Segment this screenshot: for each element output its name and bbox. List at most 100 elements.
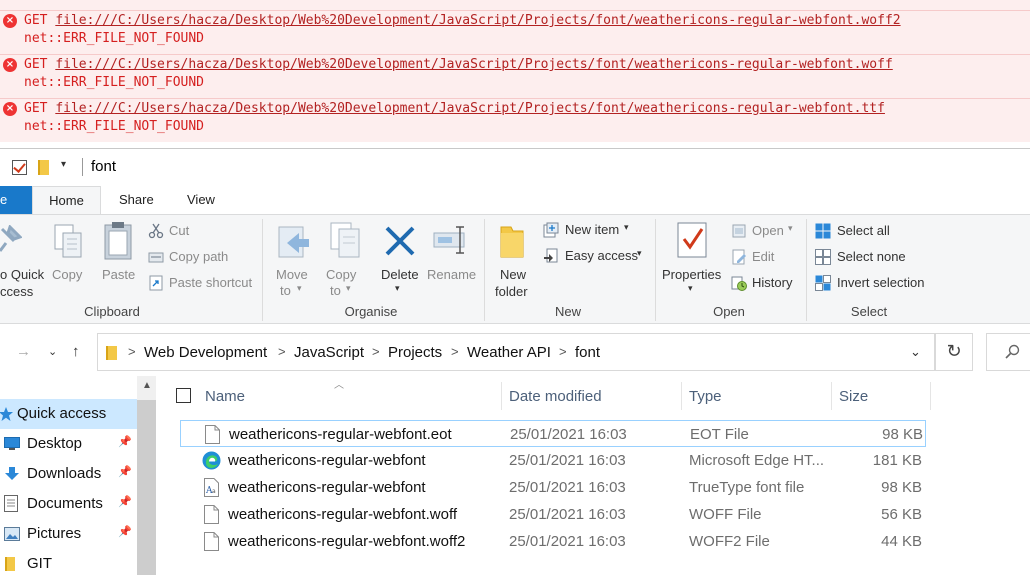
delete-button[interactable]: Delete [381,267,419,282]
nav-item-quick-access[interactable]: Quick access [0,399,137,429]
search-input[interactable] [986,333,1030,371]
up-arrow-icon[interactable]: ↑ [72,343,80,360]
select-all-checkbox[interactable] [176,388,191,403]
history-icon[interactable] [731,275,747,291]
breadcrumb-projects[interactable]: Projects [388,344,442,361]
file-name[interactable]: weathericons-regular-webfont.woff2 [228,533,465,550]
nav-pane-scrollbar[interactable]: ▲ [137,376,156,575]
file-name[interactable]: weathericons-regular-webfont.eot [229,426,452,443]
paste-icon[interactable] [103,221,133,261]
request-url-link[interactable]: file:///C:/Users/hacza/Desktop/Web%20Dev… [55,57,892,72]
recent-locations-chevron-icon[interactable]: ⌄ [48,345,57,358]
history-button[interactable]: History [752,275,792,290]
paste-button[interactable]: Paste [102,267,135,282]
file-name[interactable]: weathericons-regular-webfont.woff [228,506,457,523]
nav-item-downloads[interactable]: Downloads 📌 [0,459,137,489]
rename-icon[interactable] [432,225,470,257]
select-none-icon[interactable] [815,249,831,265]
nav-item-git[interactable]: GIT [0,549,137,575]
console-error-row: × GET file:///C:/Users/hacza/Desktop/Web… [0,54,1030,98]
breadcrumb-font[interactable]: font [575,344,600,361]
forward-arrow-icon[interactable]: → [16,343,31,360]
file-name[interactable]: weathericons-regular-webfont [228,452,426,469]
address-bar[interactable]: > Web Development > JavaScript > Project… [97,333,935,371]
copy-path-button[interactable]: Copy path [169,249,228,264]
properties-check-icon[interactable] [12,160,27,175]
request-url-link[interactable]: file:///C:/Users/hacza/Desktop/Web%20Dev… [55,101,885,116]
column-divider[interactable] [501,382,502,410]
column-header-name[interactable]: Name [205,388,245,405]
delete-x-icon[interactable] [384,225,416,257]
move-to-button[interactable]: Move [276,267,308,282]
file-name[interactable]: weathericons-regular-webfont [228,479,426,496]
column-divider[interactable] [930,382,931,410]
open-button[interactable]: Open [752,223,784,238]
copy-to-button[interactable]: Copy [326,267,356,282]
breadcrumb-separator[interactable]: > [372,344,380,359]
breadcrumb-separator[interactable]: > [278,344,286,359]
scissors-icon[interactable] [148,223,164,239]
select-all-icon[interactable] [815,223,831,239]
nav-item-pictures[interactable]: Pictures 📌 [0,519,137,549]
breadcrumb-weather-api[interactable]: Weather API [467,344,551,361]
copy-icon[interactable] [53,223,83,261]
new-folder-button[interactable]: New [500,267,526,282]
edit-icon[interactable] [731,249,747,265]
paste-shortcut-button[interactable]: Paste shortcut [169,275,252,290]
properties-button[interactable]: Properties [662,267,721,282]
properties-icon[interactable] [676,221,708,259]
new-folder-quick-icon[interactable] [38,160,49,175]
table-row[interactable]: weathericons-regular-webfont.eot 25/01/20… [180,420,926,447]
pin-icon[interactable] [0,225,22,255]
invert-selection-button[interactable]: Invert selection [837,275,924,290]
tab-view[interactable]: View [187,186,215,214]
nav-item-documents[interactable]: Documents 📌 [0,489,137,519]
scroll-up-arrow-icon[interactable]: ▲ [142,380,152,391]
easy-access-icon[interactable] [543,248,559,264]
cut-button[interactable]: Cut [169,223,189,238]
tab-home[interactable]: Home [32,186,101,214]
select-none-button[interactable]: Select none [837,249,906,264]
move-to-dropdown[interactable]: to [280,283,291,298]
refresh-button[interactable]: ↻ [935,333,973,371]
tab-share[interactable]: Share [119,186,154,214]
pin-to-quick-access-button[interactable]: o Quick [0,267,44,282]
breadcrumb-separator[interactable]: > [559,344,567,359]
copy-to-dropdown[interactable]: to [330,283,341,298]
chevron-down-icon: ▾ [637,248,642,258]
rename-button[interactable]: Rename [427,267,476,282]
copy-to-icon[interactable] [327,221,363,261]
scrollbar-thumb[interactable] [137,400,156,575]
edit-button[interactable]: Edit [752,249,774,264]
breadcrumb-javascript[interactable]: JavaScript [294,344,364,361]
new-item-button[interactable]: New item [565,222,619,237]
table-row[interactable]: weathericons-regular-webfont.woff 25/01/2… [180,501,926,528]
tab-file[interactable]: e [0,186,32,214]
request-url-link[interactable]: file:///C:/Users/hacza/Desktop/Web%20Dev… [55,13,900,28]
breadcrumb-separator[interactable]: > [128,344,136,359]
table-row[interactable]: weathericons-regular-webfont.woff2 25/01/… [180,528,926,555]
new-item-icon[interactable] [543,222,559,238]
easy-access-button[interactable]: Easy access [565,248,638,263]
customize-quick-access-dropdown[interactable]: ▾ [61,159,66,170]
breadcrumb-separator[interactable]: > [451,344,459,359]
table-row[interactable]: Aa weathericons-regular-webfont 25/01/2021… [180,474,926,501]
pictures-icon [4,527,20,541]
column-divider[interactable] [681,382,682,410]
open-icon[interactable] [731,223,747,239]
column-header-type[interactable]: Type [689,388,722,405]
new-folder-icon[interactable] [497,223,527,261]
address-history-chevron-icon[interactable]: ⌄ [910,344,921,360]
table-row[interactable]: weathericons-regular-webfont 25/01/2021 1… [180,447,926,474]
breadcrumb-web-development[interactable]: Web Development [144,344,267,361]
column-header-size[interactable]: Size [839,388,868,405]
column-divider[interactable] [831,382,832,410]
copy-path-icon[interactable] [148,249,164,265]
select-all-button[interactable]: Select all [837,223,890,238]
copy-button[interactable]: Copy [52,267,82,282]
invert-selection-icon[interactable] [815,275,831,291]
move-to-icon[interactable] [277,223,313,261]
paste-shortcut-icon[interactable] [148,275,164,291]
column-header-date-modified[interactable]: Date modified [509,388,602,405]
nav-item-desktop[interactable]: Desktop 📌 [0,429,137,459]
